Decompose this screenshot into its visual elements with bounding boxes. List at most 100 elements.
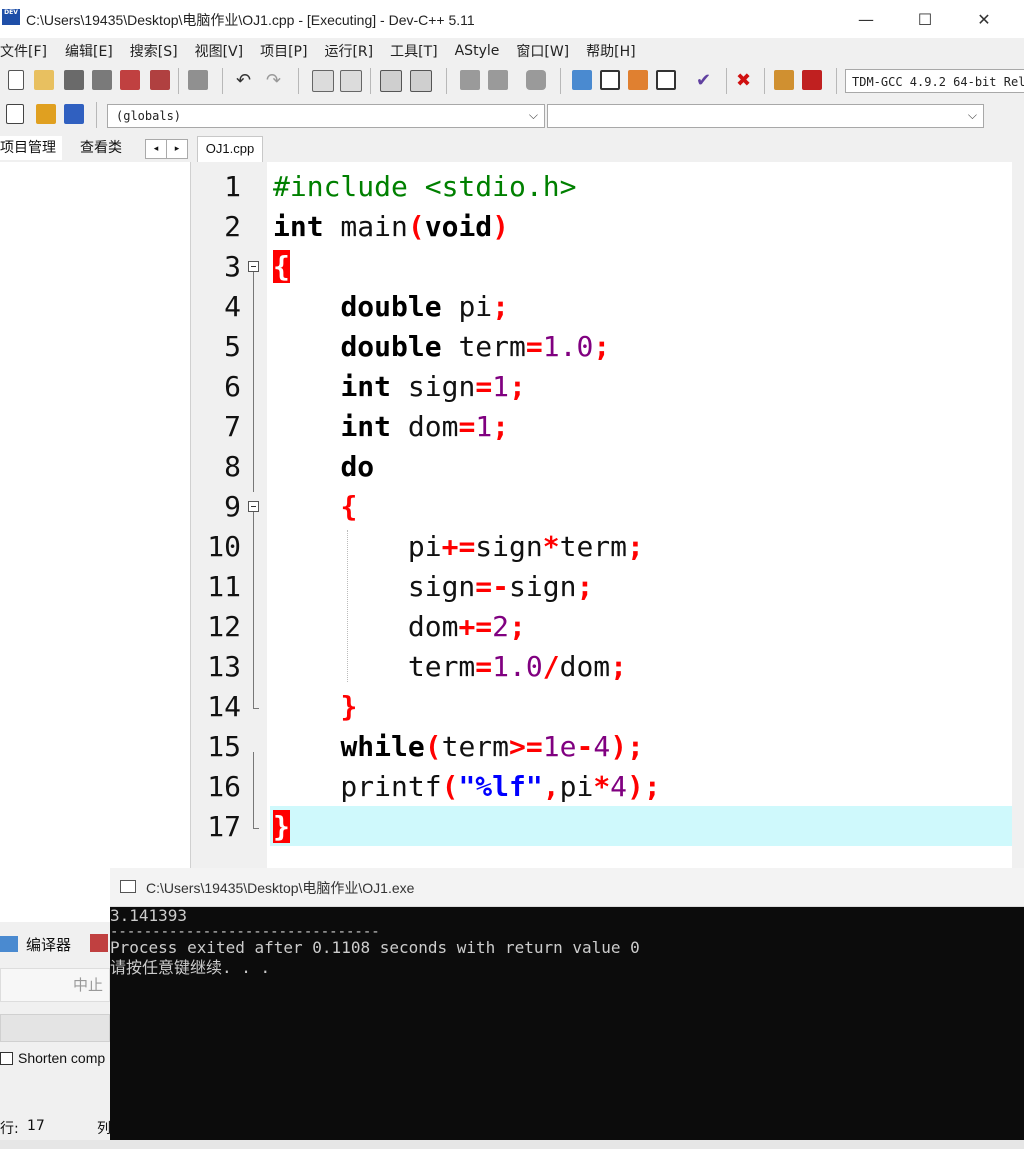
check-icon[interactable]: ✔ bbox=[696, 70, 716, 91]
menu-edit[interactable]: 编辑[E] bbox=[65, 41, 130, 61]
console-title-bar: C:\Users\19435\Desktop\电脑作业\OJ1.exe bbox=[110, 868, 1024, 907]
minimize-button[interactable]: — bbox=[838, 0, 894, 38]
line-number: 17 bbox=[207, 810, 241, 843]
code-line[interactable]: pi+=sign*term; bbox=[273, 530, 644, 563]
toggle-icon[interactable] bbox=[36, 104, 56, 124]
chevron-down-icon: ⌵ bbox=[967, 108, 977, 122]
resources-icon[interactable] bbox=[90, 934, 108, 952]
bottom-panel: 编译器 中止 Shorten comp 行: 17 列 bbox=[0, 922, 120, 1149]
code-line[interactable]: printf("%lf",pi*4); bbox=[273, 770, 660, 803]
menu-astyle[interactable]: AStyle bbox=[455, 43, 517, 59]
class-toolbar: (globals) ⌵ ⌵ bbox=[0, 98, 1024, 134]
bookmark-icon[interactable] bbox=[526, 70, 546, 90]
compile-icon[interactable] bbox=[572, 70, 592, 90]
print-icon[interactable] bbox=[188, 70, 208, 90]
window-title: C:\Users\19435\Desktop\电脑作业\OJ1.cpp - [E… bbox=[26, 12, 475, 28]
menu-project[interactable]: 项目[P] bbox=[260, 41, 324, 61]
chevron-down-icon: ⌵ bbox=[528, 108, 538, 122]
line-number: 10 bbox=[207, 530, 241, 563]
save-icon[interactable] bbox=[64, 70, 84, 90]
code-line[interactable]: int dom=1; bbox=[273, 410, 509, 443]
console-separator: -------------------------------- bbox=[110, 924, 380, 940]
taskbar-strip bbox=[0, 1140, 1024, 1149]
code-line[interactable]: #include <stdio.h> bbox=[273, 170, 576, 203]
new-file-icon[interactable] bbox=[8, 70, 24, 90]
menu-view[interactable]: 视图[V] bbox=[195, 41, 261, 61]
stop-icon[interactable]: ✖ bbox=[736, 70, 756, 91]
code-line[interactable]: sign=-sign; bbox=[273, 570, 593, 603]
console-output: 3.141393 --------------------------------… bbox=[110, 906, 640, 978]
menu-run[interactable]: 运行[R] bbox=[324, 41, 390, 61]
fold-collapse-icon[interactable] bbox=[248, 261, 259, 272]
main-toolbar: ↶ ↷ ✔ ✖ TDM-GCC 4.9.2 64-bit Release bbox=[0, 64, 1024, 99]
line-number: 6 bbox=[224, 370, 241, 403]
debug-icon[interactable] bbox=[802, 70, 822, 90]
redo-icon[interactable]: ↷ bbox=[266, 70, 286, 91]
close-button[interactable]: ✕ bbox=[956, 0, 1012, 38]
menu-window[interactable]: 窗口[W] bbox=[516, 41, 586, 61]
chart-icon[interactable] bbox=[774, 70, 794, 90]
replace-icon[interactable] bbox=[340, 70, 362, 92]
save-all-icon[interactable] bbox=[92, 70, 112, 90]
fold-collapse-icon[interactable] bbox=[248, 501, 259, 512]
console-title: C:\Users\19435\Desktop\电脑作业\OJ1.exe bbox=[146, 880, 415, 896]
menu-tools[interactable]: 工具[T] bbox=[390, 41, 454, 61]
function-select[interactable]: ⌵ bbox=[547, 104, 984, 128]
line-number: 16 bbox=[207, 770, 241, 803]
shorten-label: Shorten comp bbox=[18, 1050, 106, 1066]
menu-file[interactable]: 文件[F] bbox=[0, 41, 65, 61]
undo-icon[interactable]: ↶ bbox=[236, 70, 256, 91]
menu-help[interactable]: 帮助[H] bbox=[586, 41, 644, 61]
line-number: 5 bbox=[224, 330, 241, 363]
editor-file-tab[interactable]: OJ1.cpp bbox=[197, 136, 263, 163]
code-line[interactable]: } bbox=[273, 690, 357, 723]
line-number: 2 bbox=[224, 210, 241, 243]
line-number-gutter: 1 2 3 4 5 6 7 8 9 10 11 12 13 14 15 16 1… bbox=[197, 162, 267, 882]
rebuild-icon[interactable] bbox=[656, 70, 676, 90]
code-line[interactable]: dom+=2; bbox=[273, 610, 526, 643]
globals-select[interactable]: (globals) ⌵ bbox=[107, 104, 545, 128]
close-all-icon[interactable] bbox=[150, 70, 170, 90]
compiler-select[interactable]: TDM-GCC 4.9.2 64-bit Release bbox=[845, 69, 1024, 93]
tab-scroll-right-button[interactable]: ▸ bbox=[166, 139, 188, 159]
goto-back-icon[interactable] bbox=[460, 70, 480, 90]
insert-icon[interactable] bbox=[6, 104, 24, 124]
unindent-icon[interactable] bbox=[410, 70, 432, 92]
run-icon[interactable] bbox=[600, 70, 620, 90]
code-line[interactable]: double term=1.0; bbox=[273, 330, 610, 363]
code-line[interactable]: double pi; bbox=[273, 290, 509, 323]
code-line[interactable]: } bbox=[273, 810, 290, 843]
globals-select-value: (globals) bbox=[116, 109, 182, 123]
line-number: 1 bbox=[224, 170, 241, 203]
line-number: 4 bbox=[224, 290, 241, 323]
maximize-button[interactable]: ☐ bbox=[897, 0, 953, 38]
shorten-checkbox[interactable] bbox=[0, 1052, 13, 1065]
code-line[interactable]: do bbox=[273, 450, 374, 483]
title-bar: DEV C:\Users\19435\Desktop\电脑作业\OJ1.cpp … bbox=[0, 0, 1024, 38]
tab-scroll-left-button[interactable]: ◂ bbox=[145, 139, 167, 159]
find-icon[interactable] bbox=[312, 70, 334, 92]
compile-run-icon[interactable] bbox=[628, 70, 648, 90]
menu-search[interactable]: 搜索[S] bbox=[130, 41, 195, 61]
project-tree-panel[interactable] bbox=[0, 162, 191, 922]
open-file-icon[interactable] bbox=[34, 70, 54, 90]
program-output: 3.141393 bbox=[110, 906, 188, 925]
code-line[interactable]: while(term>=1e-4); bbox=[273, 730, 643, 763]
tab-project-manager[interactable]: 项目管理 bbox=[0, 136, 62, 160]
close-file-icon[interactable] bbox=[120, 70, 140, 90]
code-line[interactable]: int sign=1; bbox=[273, 370, 525, 403]
indent-icon[interactable] bbox=[380, 70, 402, 92]
tab-class-view[interactable]: 查看类 bbox=[80, 136, 122, 160]
current-line-highlight bbox=[270, 806, 1012, 846]
code-line[interactable]: { bbox=[273, 250, 290, 283]
goto-icon[interactable] bbox=[64, 104, 84, 124]
goto-forward-icon[interactable] bbox=[488, 70, 508, 90]
tab-compiler[interactable]: 编译器 bbox=[26, 934, 71, 955]
line-number: 15 bbox=[207, 730, 241, 763]
row-value: 17 bbox=[27, 1118, 45, 1134]
stop-button[interactable]: 中止 bbox=[0, 968, 110, 1002]
code-line[interactable]: int main(void) bbox=[273, 210, 509, 243]
code-line[interactable]: { bbox=[273, 490, 357, 523]
code-line[interactable]: term=1.0/dom; bbox=[273, 650, 627, 683]
line-number: 3 bbox=[224, 250, 241, 283]
